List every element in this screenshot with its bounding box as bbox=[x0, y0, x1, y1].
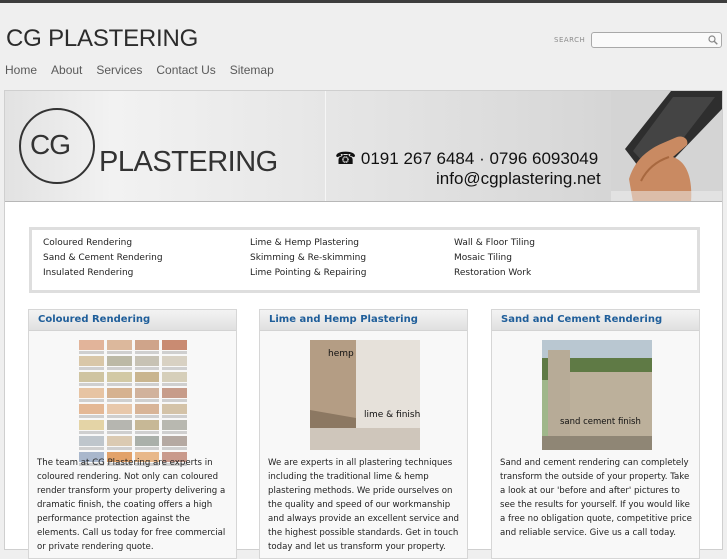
colour-swatch bbox=[162, 436, 187, 450]
header: CG PLASTERING SEARCH Home About Services… bbox=[0, 3, 727, 93]
services-list-box: Coloured Rendering Lime & Hemp Plasterin… bbox=[29, 227, 700, 293]
search-label: SEARCH bbox=[554, 36, 586, 44]
colour-swatch bbox=[79, 372, 104, 386]
colour-swatch bbox=[79, 436, 104, 450]
nav-about[interactable]: About bbox=[51, 63, 82, 77]
panel-title[interactable]: Coloured Rendering bbox=[29, 310, 236, 331]
service-link-lime-hemp-plastering[interactable]: Lime & Hemp Plastering bbox=[250, 238, 359, 248]
logo-word: PLASTERING bbox=[99, 146, 278, 178]
service-link-skimming[interactable]: Skimming & Re-skimming bbox=[250, 253, 366, 263]
phone-numbers: ☎ 0191 267 6484 · 0796 6093049 bbox=[335, 149, 599, 168]
nav-services[interactable]: Services bbox=[96, 63, 142, 77]
site-title[interactable]: CG PLASTERING bbox=[6, 25, 198, 53]
colour-swatch bbox=[79, 388, 104, 402]
colour-swatch bbox=[134, 404, 160, 418]
colour-swatch bbox=[134, 340, 160, 354]
trowel-hand-image bbox=[611, 91, 722, 201]
service-link-lime-pointing[interactable]: Lime Pointing & Repairing bbox=[250, 268, 366, 278]
service-link-insulated-rendering[interactable]: Insulated Rendering bbox=[43, 268, 133, 278]
service-link-sand-cement-rendering[interactable]: Sand & Cement Rendering bbox=[43, 253, 163, 263]
content-wrapper: CG PLASTERING ☎ 0191 267 6484 · 0796 609… bbox=[4, 90, 723, 559]
image-label-lime-finish: lime & finish bbox=[364, 410, 420, 420]
colour-swatch bbox=[134, 436, 160, 450]
colour-swatch bbox=[106, 404, 132, 418]
header-banner: CG PLASTERING ☎ 0191 267 6484 · 0796 609… bbox=[5, 91, 722, 202]
panel-title[interactable]: Sand and Cement Rendering bbox=[492, 310, 699, 331]
email-address: info@cgplastering.net bbox=[436, 169, 601, 188]
colour-swatch bbox=[162, 372, 187, 386]
nav-sitemap[interactable]: Sitemap bbox=[230, 63, 274, 77]
panel-text: The team at CG Plastering are experts in… bbox=[37, 458, 226, 552]
colour-swatch bbox=[106, 420, 132, 434]
colour-swatch bbox=[134, 388, 160, 402]
nav-home[interactable]: Home bbox=[5, 63, 37, 77]
lime-hemp-wall-image: hemp lime & finish bbox=[310, 340, 420, 450]
colour-swatch bbox=[162, 404, 187, 418]
panel-sand-cement-rendering: Sand and Cement Rendering sand cement fi… bbox=[491, 309, 700, 559]
main-nav: Home About Services Contact Us Sitemap bbox=[5, 63, 288, 77]
colour-swatch bbox=[106, 340, 132, 354]
search-icon[interactable] bbox=[708, 35, 718, 45]
service-link-restoration-work[interactable]: Restoration Work bbox=[454, 268, 531, 278]
colour-swatch bbox=[106, 388, 132, 402]
colour-swatch bbox=[79, 356, 104, 370]
panel-coloured-rendering: Coloured Rendering The team at CG Plaste… bbox=[28, 309, 237, 559]
nav-contact-us[interactable]: Contact Us bbox=[156, 63, 215, 77]
colour-swatch bbox=[162, 388, 187, 402]
panel-lime-hemp-plastering: Lime and Hemp Plastering hemp lime & fin… bbox=[259, 309, 468, 559]
colour-swatch bbox=[162, 340, 187, 354]
colour-swatch bbox=[79, 340, 104, 354]
colour-swatch bbox=[79, 420, 104, 434]
sand-cement-wall-image: sand cement finish bbox=[542, 340, 652, 450]
colour-swatch bbox=[134, 372, 160, 386]
colour-swatch bbox=[162, 420, 187, 434]
panel-title[interactable]: Lime and Hemp Plastering bbox=[260, 310, 467, 331]
service-link-wall-floor-tiling[interactable]: Wall & Floor Tiling bbox=[454, 238, 535, 248]
logo-initials: CG bbox=[30, 129, 71, 160]
panel-text: We are experts in all plastering techniq… bbox=[268, 458, 459, 552]
panel-text: Sand and cement rendering can completely… bbox=[500, 458, 692, 538]
image-label-sand-cement: sand cement finish bbox=[560, 417, 641, 427]
service-link-mosaic-tiling[interactable]: Mosaic Tiling bbox=[454, 253, 512, 263]
colour-swatch bbox=[79, 404, 104, 418]
service-link-coloured-rendering[interactable]: Coloured Rendering bbox=[43, 238, 132, 248]
banner-divider bbox=[325, 91, 326, 201]
colour-swatch bbox=[134, 420, 160, 434]
colour-swatch bbox=[106, 356, 132, 370]
colour-swatch bbox=[106, 436, 132, 450]
colour-swatch bbox=[134, 356, 160, 370]
colour-swatch bbox=[106, 372, 132, 386]
search-input[interactable] bbox=[591, 32, 722, 48]
image-label-hemp: hemp bbox=[328, 349, 354, 359]
colour-swatch bbox=[162, 356, 187, 370]
colour-swatch-chart bbox=[79, 340, 187, 466]
